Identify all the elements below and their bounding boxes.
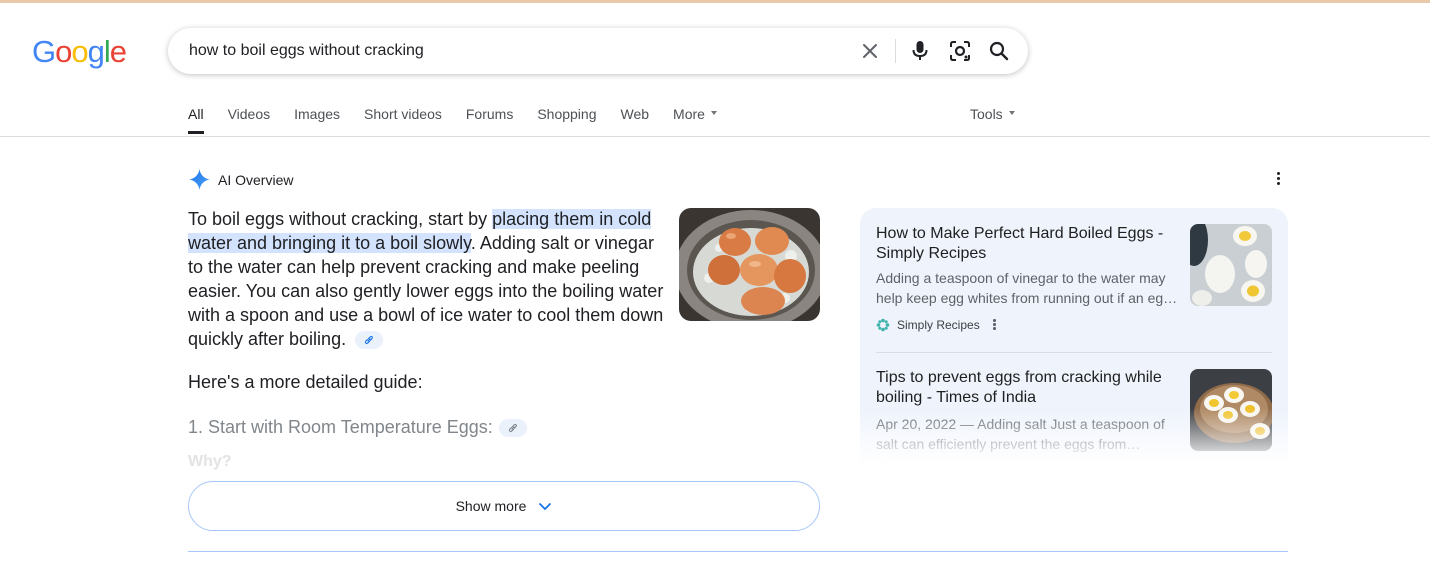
- why-label: Why?: [188, 453, 232, 470]
- guide-step-1: 1. Start with Room Temperature Eggs:: [188, 417, 527, 438]
- tab-all[interactable]: All: [188, 106, 204, 134]
- microphone-icon[interactable]: [908, 39, 932, 63]
- tab-shopping[interactable]: Shopping: [537, 106, 596, 122]
- guide-heading: Here's a more detailed guide:: [188, 372, 423, 392]
- source-divider: [876, 352, 1272, 353]
- google-logo[interactable]: Google: [32, 34, 127, 70]
- hard-boiled-eggs-thumbnail[interactable]: [1190, 224, 1272, 306]
- ai-overview-title: AI Overview: [218, 171, 294, 188]
- ai-overview-text: To boil eggs without cracking, start by …: [188, 207, 668, 351]
- lens-camera-icon[interactable]: [948, 39, 972, 63]
- more-options-icon[interactable]: [1270, 172, 1286, 190]
- source-title[interactable]: How to Make Perfect Hard Boiled Eggs - S…: [876, 224, 1171, 264]
- search-input[interactable]: how to boil eggs without cracking: [189, 42, 424, 60]
- search-divider: [895, 39, 896, 63]
- header-divider: [0, 136, 1430, 137]
- tools-button[interactable]: Tools: [970, 106, 1015, 122]
- citation-link-chip[interactable]: [498, 418, 527, 437]
- search-box[interactable]: how to boil eggs without cracking: [168, 28, 1028, 74]
- show-more-button[interactable]: Show more: [188, 481, 820, 531]
- tab-forums[interactable]: Forums: [466, 106, 513, 122]
- tools-label: Tools: [970, 106, 1003, 122]
- chevron-down-icon: [539, 502, 552, 511]
- tab-more-label: More: [673, 106, 705, 122]
- logo-letter: e: [109, 34, 127, 69]
- simply-recipes-favicon: [876, 318, 890, 332]
- overview-bottom-divider: [188, 551, 1288, 552]
- tab-videos[interactable]: Videos: [228, 106, 271, 122]
- boiled-eggs-bowl-thumbnail[interactable]: [1190, 369, 1272, 451]
- tab-images[interactable]: Images: [294, 106, 340, 122]
- source-site-name: Times of India: [897, 462, 972, 474]
- clear-icon[interactable]: [858, 39, 882, 63]
- source-snippet: Apr 20, 2022 — Adding salt Just a teaspo…: [876, 416, 1165, 452]
- caret-down-icon: [710, 111, 717, 116]
- search-tabs: All Videos Images Short videos Forums Sh…: [188, 106, 741, 134]
- source-site: Times of India: [876, 462, 992, 474]
- link-icon: [364, 336, 374, 345]
- tab-web[interactable]: Web: [621, 106, 650, 122]
- source-site-name: Simply Recipes: [897, 318, 980, 332]
- window-top-border: [0, 0, 1430, 3]
- search-icon[interactable]: [987, 39, 1011, 63]
- source-title[interactable]: Tips to prevent eggs from cracking while…: [876, 368, 1171, 408]
- tab-more[interactable]: More: [673, 106, 717, 122]
- tab-short-videos[interactable]: Short videos: [364, 106, 442, 122]
- source-snippet: Adding a teaspoon of vinegar to the wate…: [876, 270, 1178, 306]
- caret-down-icon: [1008, 111, 1015, 116]
- show-more-label: Show more: [455, 498, 527, 514]
- source-site: Simply Recipes: [876, 318, 1000, 332]
- sources-panel: How to Make Perfect Hard Boiled Eggs - S…: [860, 208, 1288, 474]
- times-of-india-favicon: [877, 463, 889, 474]
- source-card[interactable]: Tips to prevent eggs from cracking while…: [876, 368, 1272, 474]
- eggs-boiling-image[interactable]: [679, 208, 820, 321]
- ai-overview-header: AI Overview: [188, 168, 293, 191]
- more-options-icon[interactable]: [982, 463, 992, 474]
- guide-step-1-text: 1. Start with Room Temperature Eggs:: [188, 417, 493, 437]
- link-icon: [508, 423, 517, 432]
- logo-letter: o: [55, 34, 72, 69]
- citation-link-chip[interactable]: [355, 331, 384, 350]
- sparkle-icon: [188, 168, 211, 191]
- logo-letter: g: [87, 34, 105, 69]
- logo-letter: G: [32, 34, 56, 69]
- more-options-icon[interactable]: [990, 319, 1000, 331]
- source-card[interactable]: How to Make Perfect Hard Boiled Eggs - S…: [876, 224, 1272, 344]
- ai-intro-before: To boil eggs without cracking, start by: [188, 209, 493, 229]
- logo-letter: o: [71, 34, 88, 69]
